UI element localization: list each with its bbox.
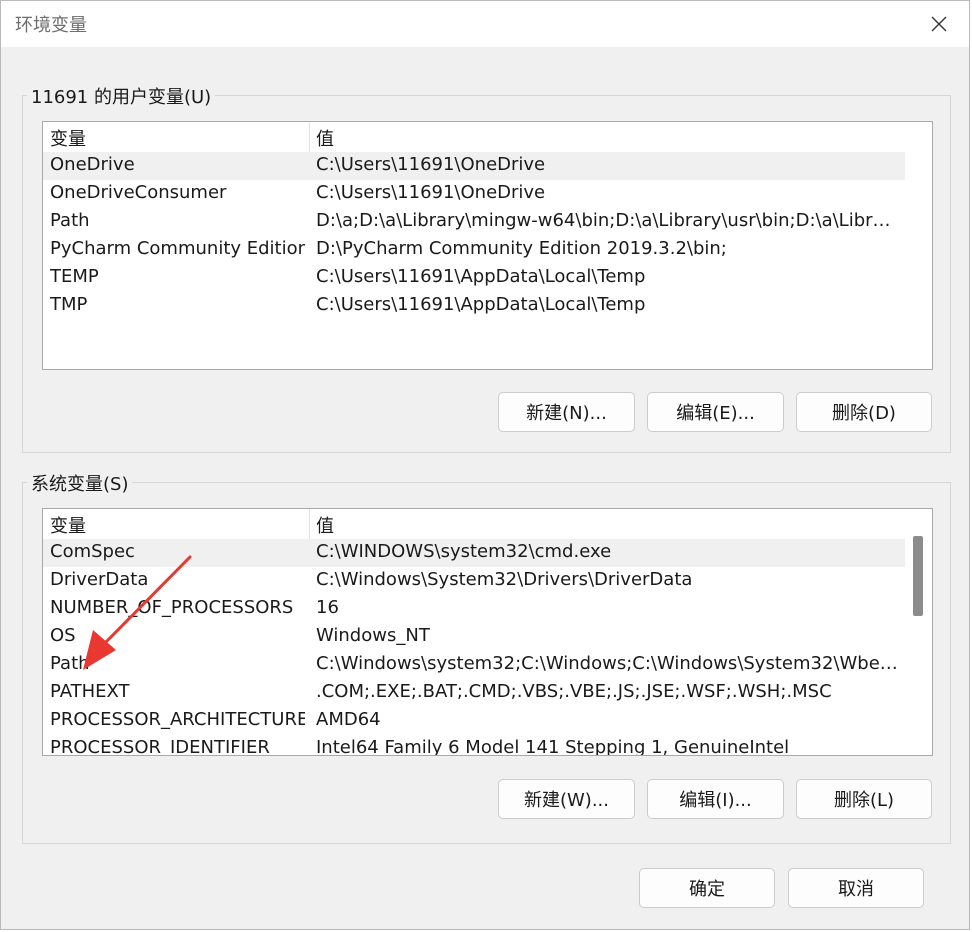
variable-name: DriverData <box>50 569 149 590</box>
user-new-button[interactable]: 新建(N)... <box>498 392 635 432</box>
column-header-value[interactable]: 值 <box>316 512 334 538</box>
variable-value: D:\PyCharm Community Edition 2019.3.2\bi… <box>316 238 727 259</box>
variable-name: OS <box>50 625 76 646</box>
environment-variables-dialog: 环境变量 11691 的用户变量(U) 变量 值 OneDrive C:\User… <box>0 0 970 930</box>
vertical-scrollbar-thumb[interactable] <box>913 536 923 616</box>
variable-name: OneDrive <box>50 154 135 175</box>
variable-name: ComSpec <box>50 541 135 562</box>
table-row[interactable]: PATHEXT .COM;.EXE;.BAT;.CMD;.VBS;.VBE;.JS… <box>43 679 905 707</box>
variable-value: Windows_NT <box>316 625 430 646</box>
variable-name: NUMBER_OF_PROCESSORS <box>50 597 294 618</box>
user-variables-group-title: 11691 的用户变量(U) <box>27 83 216 109</box>
column-header-name[interactable]: 变量 <box>50 125 86 151</box>
user-variables-list-header: 变量 值 <box>43 122 903 152</box>
title-bar: 环境变量 <box>1 1 969 47</box>
column-divider[interactable] <box>309 509 310 539</box>
table-row[interactable]: PROCESSOR_ARCHITECTURE AMD64 <box>43 707 905 735</box>
user-delete-button[interactable]: 删除(D) <box>796 392 932 432</box>
variable-name: TEMP <box>50 266 99 287</box>
table-row[interactable]: OS Windows_NT <box>43 623 905 651</box>
variable-value: C:\Users\11691\AppData\Local\Temp <box>316 266 646 287</box>
variable-name: PATHEXT <box>50 681 130 702</box>
column-header-name[interactable]: 变量 <box>50 512 86 538</box>
system-delete-button[interactable]: 删除(L) <box>796 779 932 819</box>
column-header-value[interactable]: 值 <box>316 125 334 151</box>
table-row[interactable]: OneDrive C:\Users\11691\OneDrive <box>43 152 905 180</box>
table-row[interactable]: TEMP C:\Users\11691\AppData\Local\Temp <box>43 264 905 292</box>
variable-value: C:\Users\11691\OneDrive <box>316 182 546 203</box>
system-edit-button[interactable]: 编辑(I)... <box>647 779 784 819</box>
window-title: 环境变量 <box>15 15 87 36</box>
variable-name: OneDriveConsumer <box>50 182 227 203</box>
variable-value: C:\Windows\system32;C:\Windows;C:\Window… <box>316 653 898 674</box>
system-variables-list-header: 变量 值 <box>43 509 903 539</box>
variable-value: AMD64 <box>316 709 381 730</box>
variable-name: TMP <box>50 294 88 315</box>
variable-value: 16 <box>316 597 339 618</box>
table-row[interactable]: Path C:\Windows\system32;C:\Windows;C:\Wi… <box>43 651 905 679</box>
close-button[interactable] <box>923 9 955 39</box>
close-icon <box>931 16 947 32</box>
variable-value: C:\Users\11691\OneDrive <box>316 154 546 175</box>
variable-value: Intel64 Family 6 Model 141 Stepping 1, G… <box>316 737 790 756</box>
table-row[interactable]: OneDriveConsumer C:\Users\11691\OneDrive <box>43 180 905 208</box>
table-row[interactable]: DriverData C:\Windows\System32\Drivers\Dr… <box>43 567 905 595</box>
table-row[interactable]: TMP C:\Users\11691\AppData\Local\Temp <box>43 292 905 320</box>
variable-name: Path <box>50 210 90 231</box>
variable-value: D:\a;D:\a\Library\mingw-w64\bin;D:\a\Lib… <box>316 210 898 231</box>
variable-name: PROCESSOR_IDENTIFIER <box>50 737 270 756</box>
variable-name: Path <box>50 653 90 674</box>
table-row[interactable]: Path D:\a;D:\a\Library\mingw-w64\bin;D:\a… <box>43 208 905 236</box>
system-variables-list[interactable]: 变量 值 ComSpec C:\WINDOWS\system32\cmd.exe D… <box>42 508 933 756</box>
variable-name: PyCharm Community Edition <box>50 238 305 259</box>
user-variables-list[interactable]: 变量 值 OneDrive C:\Users\11691\OneDrive OneD… <box>42 121 933 370</box>
variable-value: C:\Users\11691\AppData\Local\Temp <box>316 294 646 315</box>
cancel-button[interactable]: 取消 <box>788 868 924 908</box>
variable-value: C:\Windows\System32\Drivers\DriverData <box>316 569 693 590</box>
system-new-button[interactable]: 新建(W)... <box>498 779 635 819</box>
table-row[interactable]: PROCESSOR_IDENTIFIER Intel64 Family 6 Mod… <box>43 735 905 756</box>
table-row[interactable]: PyCharm Community Edition D:\PyCharm Comm… <box>43 236 905 264</box>
column-divider[interactable] <box>309 122 310 152</box>
variable-value: .COM;.EXE;.BAT;.CMD;.VBS;.VBE;.JS;.JSE;.… <box>316 681 832 702</box>
variable-name: PROCESSOR_ARCHITECTURE <box>50 709 305 730</box>
table-row[interactable]: NUMBER_OF_PROCESSORS 16 <box>43 595 905 623</box>
system-variables-group-title: 系统变量(S) <box>27 470 133 496</box>
ok-button[interactable]: 确定 <box>639 868 775 908</box>
table-row[interactable]: ComSpec C:\WINDOWS\system32\cmd.exe <box>43 539 905 567</box>
user-edit-button[interactable]: 编辑(E)... <box>647 392 784 432</box>
variable-value: C:\WINDOWS\system32\cmd.exe <box>316 541 612 562</box>
